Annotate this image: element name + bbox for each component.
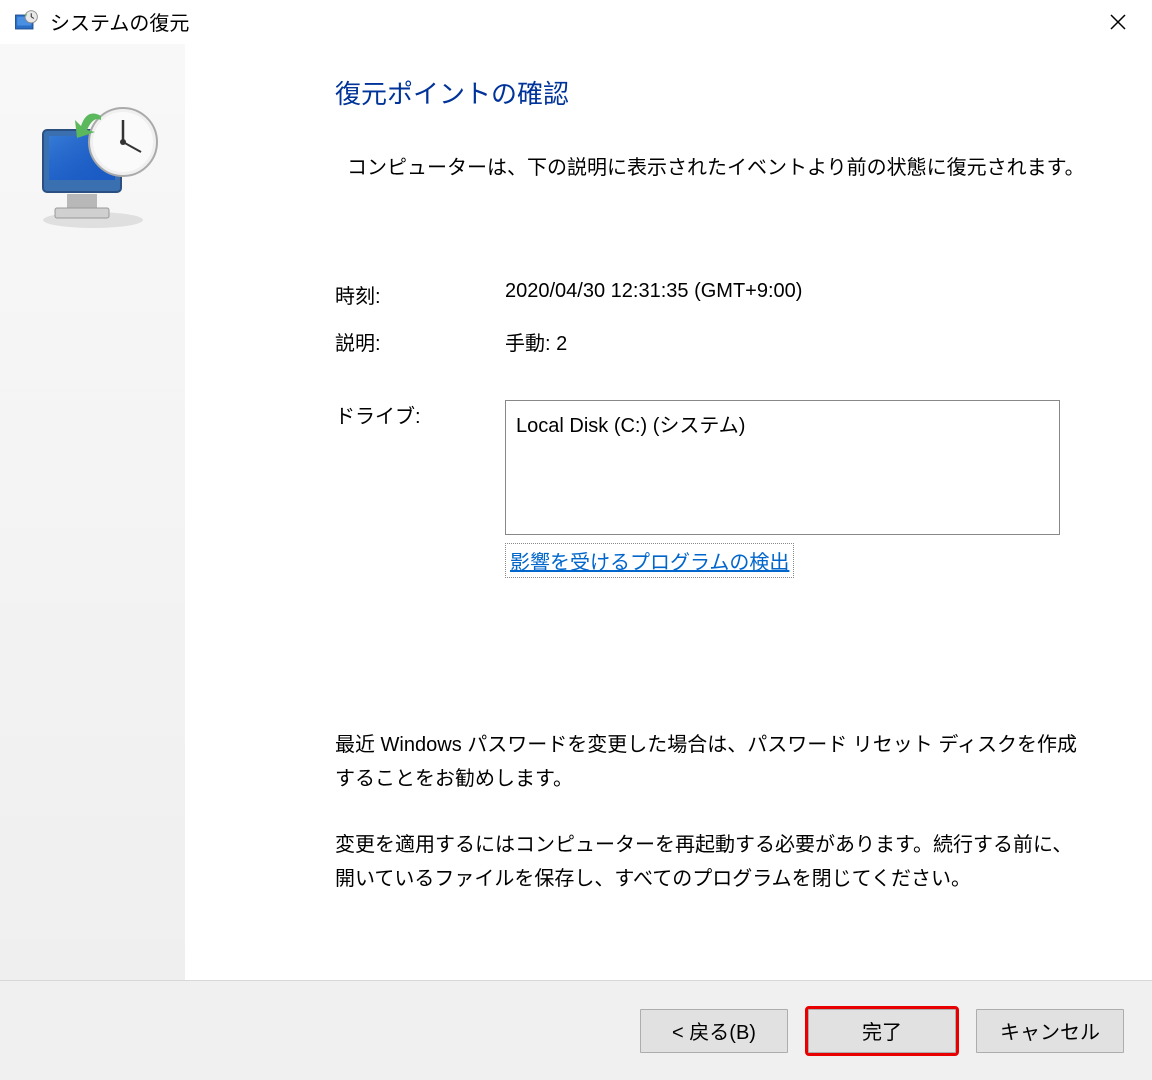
close-icon [1108,12,1128,32]
field-description: 説明: 手動: 2 [335,327,1092,356]
page-heading: 復元ポイントの確認 [335,74,1092,111]
desc-label: 説明: [335,327,505,356]
drive-value-container: Local Disk (C:) (システム) 影響を受けるプログラムの検出 [505,400,1092,578]
back-button[interactable]: < 戻る(B) [640,1009,788,1053]
finish-button[interactable]: 完了 [808,1009,956,1053]
content-area: 復元ポイントの確認 コンピューターは、下の説明に表示されたイベントより前の状態に… [0,44,1152,980]
drive-listbox[interactable]: Local Disk (C:) (システム) [505,400,1060,535]
wizard-main: 復元ポイントの確認 コンピューターは、下の説明に表示されたイベントより前の状態に… [185,44,1152,980]
page-subtext: コンピューターは、下の説明に表示されたイベントより前の状態に復元されます。 [335,151,1092,180]
time-value: 2020/04/30 12:31:35 (GMT+9:00) [505,280,1092,309]
info-password: 最近 Windows パスワードを変更した場合は、パスワード リセット ディスク… [335,728,1092,796]
info-text: 最近 Windows パスワードを変更した場合は、パスワード リセット ディスク… [335,728,1092,896]
desc-value: 手動: 2 [505,327,1092,356]
time-label: 時刻: [335,280,505,309]
cancel-button[interactable]: キャンセル [976,1009,1124,1053]
close-button[interactable] [1096,0,1140,44]
button-bar: < 戻る(B) 完了 キャンセル [0,980,1152,1080]
info-restart: 変更を適用するにはコンピューターを再起動する必要があります。続行する前に、開いて… [335,828,1092,896]
system-restore-icon [12,8,40,36]
field-drive: ドライブ: Local Disk (C:) (システム) 影響を受けるプログラム… [335,400,1092,578]
drive-item: Local Disk (C:) (システム) [516,415,745,437]
system-restore-large-icon [23,94,163,234]
drive-label: ドライブ: [335,400,505,578]
titlebar: システムの復元 [0,0,1152,44]
window-title: システムの復元 [50,7,1096,36]
field-time: 時刻: 2020/04/30 12:31:35 (GMT+9:00) [335,280,1092,309]
wizard-sidebar [0,44,185,980]
scan-affected-programs-link[interactable]: 影響を受けるプログラムの検出 [505,543,794,578]
